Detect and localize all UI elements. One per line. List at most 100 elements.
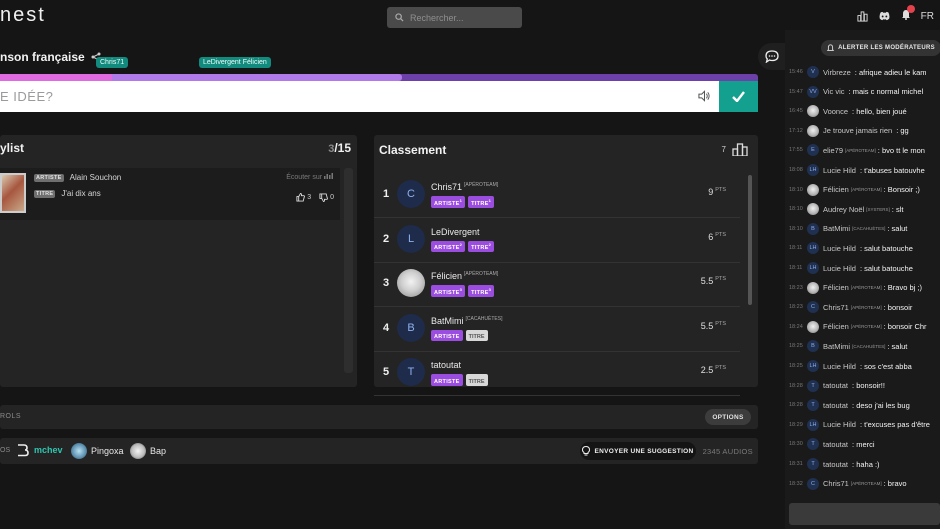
message-team: [APÉROTEAM] (850, 285, 882, 291)
app-logo[interactable]: nest (0, 4, 46, 27)
message-user[interactable]: BatMimi (823, 342, 850, 351)
score-badges: ARTISTE TITRE (431, 329, 488, 342)
message-user[interactable]: Félicien (823, 283, 849, 292)
score-badges: ARTISTE2 TITRE2 (431, 240, 495, 253)
message-time: 18:25 (789, 363, 803, 369)
send-suggestion-button[interactable]: ENVOYER UNE SUGGESTION (580, 442, 696, 460)
chat-input[interactable] (789, 503, 940, 525)
message-user[interactable]: Chris71 (823, 479, 849, 488)
message-text: : mais c normal michel (848, 87, 924, 97)
message-avatar: T (807, 438, 819, 451)
chat-message: 18:25 B BatMimi [CACAHUÈTES] : salut (785, 338, 940, 354)
message-user[interactable]: tatoutat (823, 460, 848, 469)
ranking-row[interactable]: 4 B BatMimi [CACAHUÈTES] ARTISTE TITRE 5.5… (374, 308, 740, 352)
like-button[interactable]: 3 (296, 193, 311, 202)
rank-number: 2 (383, 232, 390, 245)
ranking-row[interactable]: 1 C Chris71 [APÉROTEAM] ARTISTE1 TITRE1 9P… (374, 174, 740, 218)
player-points: 5.5 PTS (700, 320, 726, 331)
message-user[interactable]: Félicien (823, 322, 849, 331)
ranking-row[interactable]: 5 T tatoutat ARTISTE TITRE 2.5 PTS (374, 352, 740, 396)
score-badge: ARTISTE2 (431, 240, 466, 253)
volume-icon[interactable] (698, 90, 711, 102)
submit-answer-button[interactable] (719, 81, 758, 112)
ranking-icon[interactable] (857, 10, 868, 22)
message-avatar (807, 183, 819, 196)
chat-message: 18:28 T tatoutat : deso j'ai les bug (785, 397, 940, 413)
player-points: 6 PTS (708, 231, 726, 242)
message-user[interactable]: tatoutat (823, 381, 848, 390)
send-suggestion-label: ENVOYER UNE SUGGESTION (594, 447, 694, 455)
controls-label: ROLS (0, 413, 22, 420)
message-time: 15:47 (789, 88, 803, 95)
dislike-button[interactable]: 0 (319, 193, 334, 202)
player-chip[interactable]: Pingoxa (71, 443, 124, 459)
song-artist: Alain Souchon (69, 173, 122, 182)
chat-toggle-button[interactable] (758, 43, 785, 70)
message-user[interactable]: Chris71 (823, 303, 849, 312)
message-avatar (807, 124, 819, 137)
player-chip[interactable]: mchev (16, 443, 63, 457)
player-name: Bap (150, 446, 167, 456)
message-user[interactable]: Vic vic (823, 87, 845, 96)
message-avatar: LH (807, 360, 819, 372)
ranking-count: 7 (722, 143, 748, 156)
score-badge: ARTISTE3 (431, 285, 466, 297)
message-time: 18:08 (789, 167, 803, 173)
message-user[interactable]: Lucie Hild (823, 244, 856, 253)
chat-message: 15:46 V Virbreze : afrique adieu le kam (785, 64, 940, 80)
player-name: LeDivergent (431, 226, 480, 237)
discord-icon[interactable] (878, 11, 891, 21)
message-user[interactable]: tatoutat (823, 401, 848, 410)
song-title: J'ai dix ans (61, 189, 101, 198)
message-user[interactable]: Lucie Hild (823, 264, 856, 273)
ranking-row[interactable]: 3 Félicien [APÉROTEAM] ARTISTE3 TITRE3 5.5… (374, 263, 740, 307)
message-avatar: C (807, 301, 819, 314)
message-avatar: T (807, 399, 819, 412)
chat-message: 18:10 Félicien [APÉROTEAM] : Bonsoir ;) (785, 182, 940, 198)
player-chip[interactable]: Bap (130, 443, 166, 459)
message-text: : slt (891, 204, 904, 214)
ranking-scrollbar[interactable] (748, 175, 752, 305)
message-time: 18:25 (789, 343, 803, 350)
listen-on-link[interactable]: Écouter sur (286, 173, 334, 181)
message-time: 17:55 (789, 147, 803, 154)
chat-message: 17:12 Je trouve jamais rien : gg (785, 123, 940, 139)
alert-moderators-button[interactable]: ALERTER LES MODÉRATEURS (821, 40, 940, 56)
message-avatar: E (807, 144, 819, 157)
language-selector[interactable]: FR (921, 11, 934, 22)
thumbs-up-icon (296, 193, 306, 202)
dislike-count: 0 (330, 194, 334, 201)
message-user[interactable]: Lucie Hild (823, 362, 856, 371)
message-user[interactable]: tatoutat (823, 440, 848, 449)
message-user[interactable]: Virbreze (823, 68, 851, 77)
player-avatar: T (397, 358, 425, 386)
message-user[interactable]: elie79 (823, 146, 843, 155)
chat-message: 18:23 Félicien [APÉROTEAM] : Bravo bj ;) (785, 280, 940, 296)
message-user[interactable]: BatMimi (823, 224, 850, 233)
message-user[interactable]: Lucie Hild (823, 166, 856, 175)
message-user[interactable]: Voonce (823, 107, 848, 116)
score-badge: TITRE3 (468, 285, 495, 297)
options-button[interactable]: OPTIONS (705, 409, 751, 425)
chat-message: 18:31 T tatoutat : haha :) (785, 456, 940, 472)
message-team: [APÉROTEAM] (845, 147, 876, 153)
message-user[interactable]: Lucie Hild (823, 420, 856, 429)
notifications-button[interactable] (901, 5, 915, 23)
message-user[interactable]: Je trouve jamais rien (823, 126, 892, 135)
answer-input[interactable]: E IDÉE? (0, 81, 719, 112)
message-user[interactable]: Félicien (823, 185, 849, 194)
search-input[interactable]: Rechercher... (387, 7, 522, 28)
ranking-row[interactable]: 2 L LeDivergent ARTISTE2 TITRE2 6 PTS (374, 219, 740, 263)
message-team: [APÉROTEAM] (850, 304, 882, 310)
player-points: 2.5 PTS (700, 365, 726, 375)
message-text: : afrique adieu le kam (854, 67, 927, 77)
message-time: 15:46 (789, 69, 803, 75)
player-avatar (130, 443, 146, 459)
message-avatar: T (807, 379, 819, 392)
playlist-song[interactable]: ARTISTE Alain Souchon TITRE J'ai dix ans… (0, 168, 340, 220)
message-time: 18:28 (789, 402, 803, 409)
playlist-scrollbar[interactable] (344, 168, 353, 373)
chat-message: 18:28 T tatoutat : bonsoir!! (785, 378, 940, 394)
message-user[interactable]: Audrey Noël (823, 205, 864, 214)
message-text: : bonsoir (883, 302, 913, 312)
